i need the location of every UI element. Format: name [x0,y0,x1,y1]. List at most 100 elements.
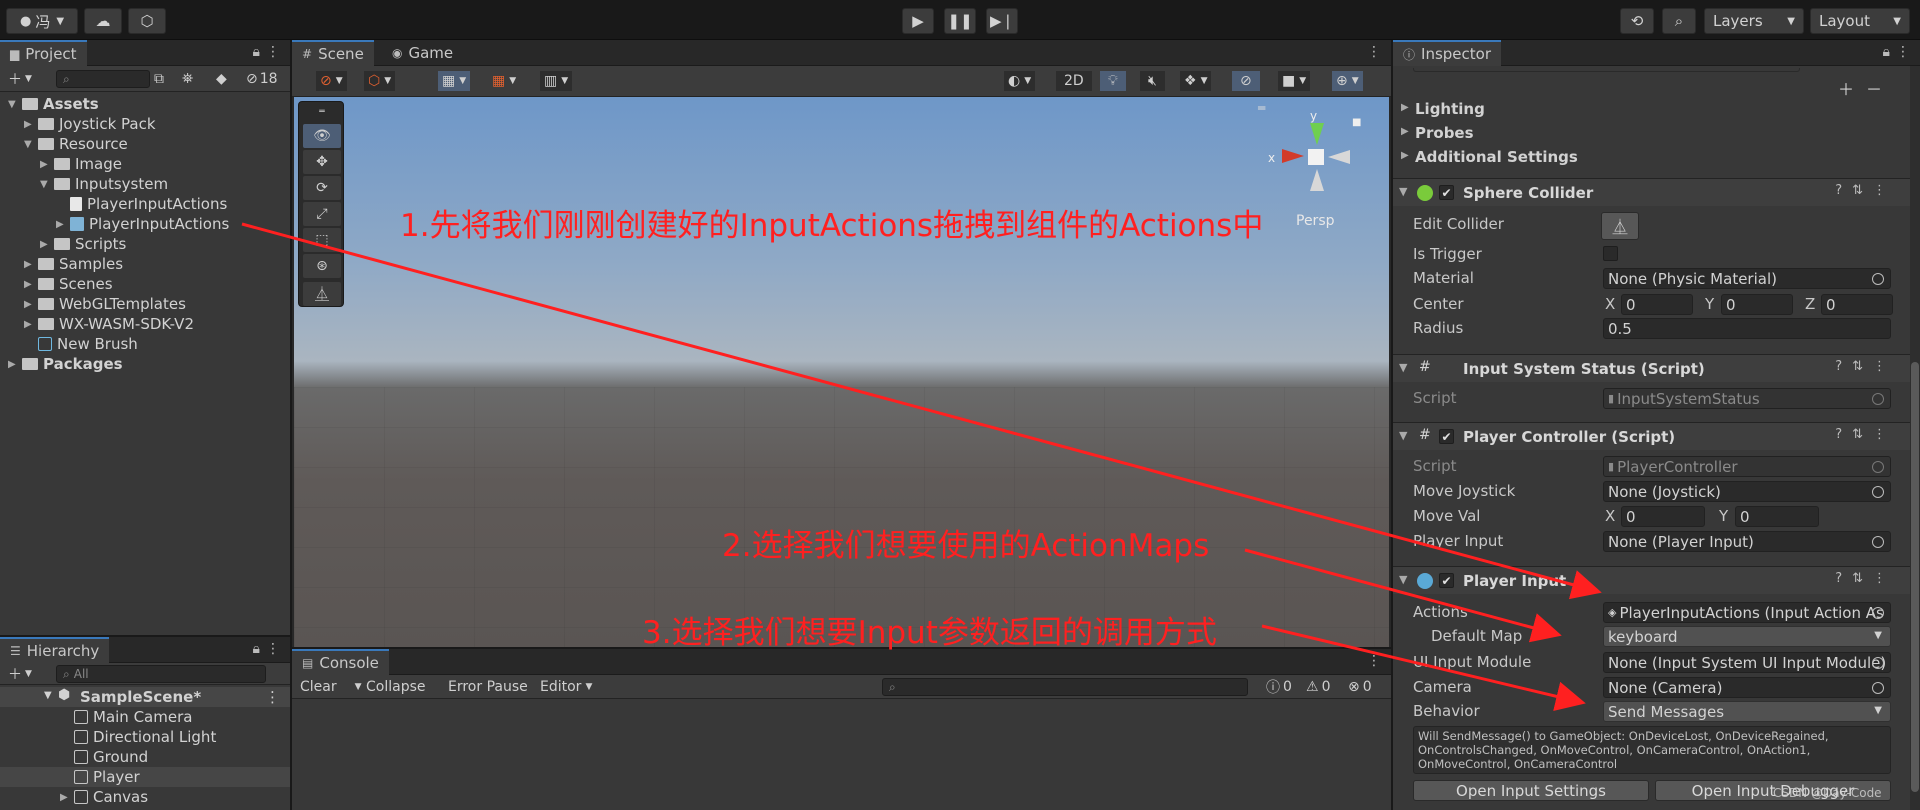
drag-handle-icon[interactable]: ═ [303,107,341,117]
kebab-menu-icon[interactable]: ⋮ [1367,653,1381,669]
shading-button[interactable]: ⬡ ▼ [364,71,396,91]
label-icon[interactable]: ◆ [212,69,231,89]
component-header-icons[interactable]: ?⇅⋮ [1835,571,1896,586]
effects-button[interactable]: ❖ ▼ [1180,71,1212,91]
actions-field[interactable]: ◈ PlayerInputActions (Input Action As [1603,602,1891,623]
scene-gizmo[interactable]: y x Persp [1264,109,1374,229]
tree-item[interactable]: ▶ PlayerInputActions [0,214,229,234]
draw-mode-button[interactable]: ⊘ ▼ [316,71,347,91]
error-count-toggle[interactable]: ⊗ 0 [1344,677,1376,697]
edit-collider-button[interactable]: ⏅ [1601,212,1639,240]
clear-button[interactable]: Clear ▼ [296,677,366,697]
hierarchy-item[interactable]: Player [0,767,290,787]
step-button[interactable]: ▶❘ [986,8,1018,34]
open-input-settings-button[interactable]: Open Input Settings [1413,780,1649,801]
tree-item[interactable]: ▼ Assets [0,94,99,114]
layout-dropdown[interactable]: Layout ▼ [1810,8,1910,34]
lock-icon[interactable]: 🔒︎ [1883,44,1890,60]
collapse-button[interactable]: Collapse [362,677,430,697]
project-search-input[interactable]: ⌕ [56,70,150,88]
tab-inspector[interactable]: ⓘ Inspector [1393,40,1501,66]
add-icon[interactable]: ＋ [1838,76,1854,100]
hierarchy-item[interactable]: Directional Light [0,727,290,747]
player-controller-header[interactable]: ▼ # ✔ Player Controller (Script) ?⇅⋮ [1393,422,1910,450]
kebab-menu-icon[interactable]: ⋮ [265,688,280,706]
visibility-toggle-button[interactable]: ⊘ [1232,71,1260,91]
pause-button[interactable]: ❚❚ [944,8,976,34]
tree-item[interactable]: New Brush [0,334,138,354]
chevron-right-icon[interactable]: ▶ [24,119,38,130]
move-val-x-field[interactable]: 0 [1621,506,1705,527]
create-button[interactable]: ＋ ▼ [4,664,36,684]
kebab-menu-icon[interactable]: ⋮ [1367,44,1381,60]
filter-type-icon[interactable]: ⛯ [178,69,197,89]
tree-item[interactable]: ▶ Scenes [0,274,113,294]
collab-button[interactable]: ⬡ [128,8,166,34]
object-picker-icon[interactable] [1872,607,1884,619]
hierarchy-item[interactable]: ▶ Canvas [0,787,290,807]
collapsed-section[interactable]: ▶ Probes [1393,122,1893,144]
hierarchy-item[interactable]: Main Camera [0,707,290,727]
component-header-icons[interactable]: ?⇅⋮ [1835,427,1896,442]
collapsed-section[interactable]: ▶ Additional Settings [1393,146,1893,168]
player-controller-enabled-checkbox[interactable]: ✔ [1439,429,1454,444]
camera-button[interactable]: ■ ▼ [1278,71,1311,91]
chevron-right-icon[interactable]: ▶ [24,279,38,290]
toggle-2d-button[interactable]: 2D [1056,71,1092,91]
gizmo-persp-label[interactable]: Persp [1296,213,1335,229]
component-header-icons[interactable]: ?⇅⋮ [1835,359,1896,374]
view-tool-button[interactable]: 👁︎ [303,124,341,148]
play-button[interactable]: ▶ [902,8,934,34]
chevron-right-icon[interactable]: ▶ [24,259,38,270]
tree-item[interactable]: ▶ Image [0,154,122,174]
custom-tool-button[interactable]: ⏅ [303,282,341,306]
sphere-collider-header[interactable]: ▼ ✔ Sphere Collider ?⇅⋮ [1393,178,1910,206]
history-button[interactable]: ⟲ [1620,8,1654,34]
object-picker-icon[interactable] [1872,486,1884,498]
input-system-status-header[interactable]: ▼ # Input System Status (Script) ?⇅⋮ [1393,354,1910,382]
collapsed-section[interactable]: ▶ Lighting [1393,98,1893,120]
gizmos-button[interactable]: ⊕ ▼ [1332,71,1363,91]
tree-item[interactable]: ▶ Samples [0,254,123,274]
center-y-field[interactable]: 0 [1721,294,1793,315]
object-picker-icon[interactable] [1872,657,1884,669]
behavior-dropdown[interactable]: Send Messages ▼ [1603,701,1891,722]
account-button[interactable]: ● 冯 ▼ [6,8,78,34]
chevron-right-icon[interactable]: ▶ [40,159,54,170]
tree-item[interactable]: PlayerInputActions [0,194,227,214]
object-picker-icon[interactable] [1872,536,1884,548]
lock-icon[interactable]: 🔒︎ [253,641,260,657]
rotate-tool-button[interactable]: ⟳ [303,176,341,200]
editor-dropdown[interactable]: Editor ▼ [536,677,596,697]
tree-item[interactable]: ▶ Scripts [0,234,126,254]
camera-field[interactable]: None (Camera) [1603,677,1891,698]
chevron-down-icon[interactable]: ▼ [8,99,22,110]
lock-icon[interactable]: 🔒︎ [253,44,260,60]
gizmo-lock-icon[interactable]: ■ [1352,117,1361,128]
tab-game[interactable]: ◉ Game [382,40,463,66]
default-map-dropdown[interactable]: keyboard ▼ [1603,626,1891,647]
error-pause-button[interactable]: Error Pause [444,677,532,697]
transform-tool-button[interactable]: ⊛ [303,254,341,278]
move-val-y-field[interactable]: 0 [1735,506,1819,527]
chevron-right-icon[interactable]: ▶ [24,299,38,310]
search-by-type-icon[interactable]: ⧉ [150,69,168,89]
player-input-enabled-checkbox[interactable]: ✔ [1439,573,1454,588]
chevron-right-icon[interactable]: ▶ [24,319,38,330]
audio-toggle-button[interactable]: 🔇︎ [1140,71,1165,91]
sphere-collider-enabled-checkbox[interactable]: ✔ [1439,185,1454,200]
remove-icon[interactable]: － [1866,76,1882,100]
hidden-packages-icon[interactable]: ⊘ 18 [242,69,282,89]
tree-item[interactable]: ▶ Joystick Pack [0,114,156,134]
component-header-icons[interactable]: ?⇅⋮ [1835,183,1896,198]
chevron-down-icon[interactable]: ▼ [24,139,38,150]
tree-item[interactable]: ▶ Packages [0,354,123,374]
player-input-ref-field[interactable]: None (Player Input) [1603,531,1891,552]
increment-snap-button[interactable]: ▦ ▼ [488,71,520,91]
warning-count-toggle[interactable]: ⚠ 0 [1302,677,1334,697]
tab-console[interactable]: ▤ Console [292,649,389,675]
tree-item[interactable]: ▼ Resource [0,134,128,154]
object-picker-icon[interactable] [1872,682,1884,694]
chevron-right-icon[interactable]: ▶ [56,219,70,230]
kebab-menu-icon[interactable]: ⋮ [266,641,280,657]
